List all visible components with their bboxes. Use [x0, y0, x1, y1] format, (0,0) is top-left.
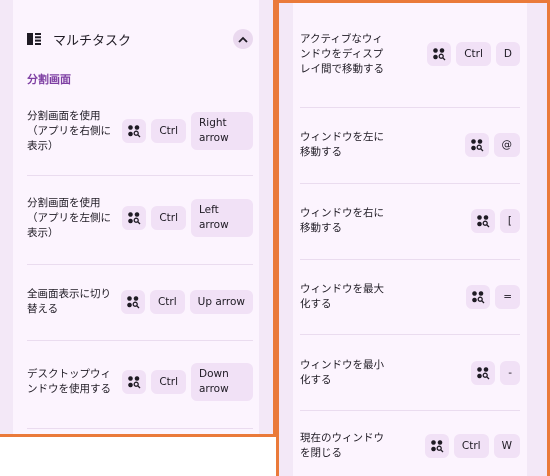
divider	[300, 183, 520, 184]
chevron-up-icon	[238, 36, 248, 43]
divider	[300, 334, 520, 335]
section-header[interactable]: マルチタスク	[27, 22, 253, 56]
shortcut-row: デスクトップウィンドウを使用する Ctrl Down arrow	[27, 356, 253, 408]
collapse-button[interactable]	[233, 29, 253, 49]
shortcut-label: ウィンドウを最大化する	[300, 283, 384, 310]
search-key-icon	[122, 206, 147, 230]
shortcut-row: 分割画面を使用（アプリを左側に表示） Ctrl Left arrow	[27, 192, 253, 244]
divider	[300, 259, 520, 260]
shortcut-label: 現在のウィンドウを閉じる	[300, 432, 384, 459]
shortcut-row: ウィンドウを最小化する -	[300, 355, 520, 391]
shortcut-label: ウィンドウを左に移動する	[300, 131, 384, 158]
right-edge	[279, 3, 293, 476]
shortcut-label: 分割画面を使用（アプリを左側に表示）	[27, 196, 111, 239]
ctrl-key: Ctrl	[149, 290, 185, 314]
shortcut-row: 分割画面を使用（アプリを右側に表示） Ctrl Right arrow	[27, 105, 253, 157]
shortcut-row: 現在のウィンドウを閉じる Ctrl W	[300, 428, 520, 464]
search-key-icon	[122, 119, 147, 143]
symbol-key: =	[495, 285, 520, 309]
section-title: 分割画面	[27, 73, 71, 86]
symbol-key: [	[499, 209, 520, 233]
symbol-key: @	[493, 133, 520, 157]
search-key-icon	[464, 133, 489, 157]
shortcut-label: アクティブなウィンドウをディスプレイ間で移動する	[300, 32, 384, 75]
left-panel: マルチタスク 分割画面 分割画面を使用（アプリを右側に表示） Ctrl Righ…	[0, 0, 276, 437]
arrow-key: Up arrow	[189, 290, 253, 314]
arrow-key: Left arrow	[191, 199, 253, 237]
shortcut-label: ウィンドウを最小化する	[300, 359, 384, 386]
arrow-key: Right arrow	[191, 112, 253, 150]
search-key-icon	[122, 370, 147, 394]
left-edge	[0, 0, 13, 434]
search-key-icon	[471, 361, 496, 385]
shortcut-label: デスクトップウィンドウを使用する	[27, 368, 111, 395]
ctrl-key: Ctrl	[453, 434, 489, 458]
search-key-icon	[120, 290, 145, 314]
multitask-icon	[27, 30, 41, 49]
scrollbar-track[interactable]	[527, 3, 547, 476]
header-title: マルチタスク	[53, 33, 132, 49]
ctrl-key: Ctrl	[151, 370, 186, 394]
letter-key: W	[493, 434, 520, 458]
ctrl-key: Ctrl	[151, 206, 186, 230]
shortcut-row: アクティブなウィンドウをディスプレイ間で移動する Ctrl D	[300, 22, 520, 86]
divider	[300, 410, 520, 411]
divider	[27, 340, 253, 341]
shortcut-row: ウィンドウを右に移動する [	[300, 203, 520, 239]
divider	[27, 175, 253, 176]
ctrl-key: Ctrl	[151, 119, 186, 143]
shortcut-label: ウィンドウを右に移動する	[300, 207, 384, 234]
search-key-icon	[466, 285, 491, 309]
shortcut-row: ウィンドウを最大化する =	[300, 279, 520, 315]
shortcut-label: 分割画面を使用（アプリを右側に表示）	[27, 109, 111, 152]
search-key-icon	[427, 42, 452, 66]
divider	[27, 264, 253, 265]
search-key-icon	[470, 209, 495, 233]
divider	[27, 428, 253, 429]
shortcut-label: 全画面表示に切り替える	[27, 288, 111, 315]
letter-key: D	[495, 42, 520, 66]
ctrl-key: Ctrl	[456, 42, 491, 66]
shortcut-row: ウィンドウを左に移動する @	[300, 127, 520, 163]
symbol-key: -	[500, 361, 520, 385]
arrow-key: Down arrow	[191, 363, 253, 401]
shortcut-row: 全画面表示に切り替える Ctrl Up arrow	[27, 283, 253, 321]
scrollbar-track[interactable]	[259, 0, 273, 434]
search-key-icon	[424, 434, 449, 458]
divider	[300, 107, 520, 108]
